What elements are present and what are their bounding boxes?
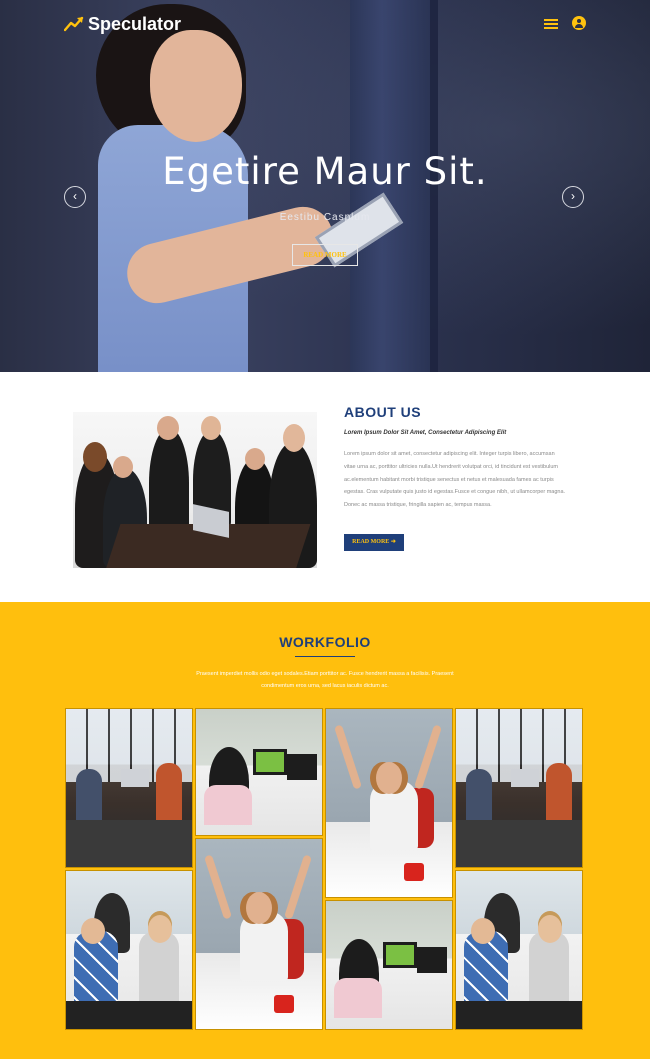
- portfolio-tile-office-meeting[interactable]: [65, 708, 193, 868]
- portfolio-tile-office-meeting[interactable]: [455, 708, 583, 868]
- workfolio-title: WORKFOLIO: [279, 634, 371, 650]
- user-icon[interactable]: [572, 16, 586, 30]
- slider-next-arrow-icon[interactable]: ›: [562, 186, 584, 208]
- workfolio-title-underline: [295, 656, 355, 657]
- trend-logo-icon: [64, 16, 84, 32]
- portfolio-tile-people-with-tablet[interactable]: [65, 870, 193, 1030]
- about-body-text: Lorem ipsum dolor sit amet, consectetur …: [344, 451, 566, 509]
- brand[interactable]: Speculator: [64, 12, 181, 36]
- hero-photo-face: [150, 30, 242, 142]
- workfolio-description: Praesent imperdiet mollis odio eget soda…: [196, 671, 454, 689]
- about-read-more-label: READ MORE: [352, 539, 390, 545]
- portfolio-tile-people-with-tablet[interactable]: [455, 870, 583, 1030]
- portfolio-tile-cheering-woman[interactable]: [325, 708, 453, 898]
- slider-prev-arrow-icon[interactable]: ‹: [64, 186, 86, 208]
- about-title: ABOUT US: [344, 404, 422, 420]
- portfolio-tile-computer-desk[interactable]: [325, 900, 453, 1030]
- about-read-more-button[interactable]: READ MORE ➜: [344, 534, 404, 551]
- menu-icon[interactable]: [544, 17, 558, 29]
- hero-banner: Speculator Egetire Maur Sit. Eestibu Cas…: [0, 0, 650, 372]
- brand-name: Speculator: [88, 13, 182, 34]
- about-lead-text: Lorem Ipsum Dolor Sit Amet, Consectetur …: [344, 430, 507, 436]
- header-icons: [544, 16, 586, 30]
- portfolio-tile-computer-desk[interactable]: [195, 708, 323, 836]
- hero-read-more-button[interactable]: READ MORE: [292, 244, 358, 266]
- arrow-right-icon: ➜: [390, 539, 396, 545]
- portfolio-tile-cheering-woman[interactable]: [195, 838, 323, 1030]
- about-team-photo: [73, 412, 317, 568]
- hero-title: Egetire Maur Sit.: [162, 150, 488, 193]
- hero-subtitle: Eestibu Casplum: [279, 212, 371, 223]
